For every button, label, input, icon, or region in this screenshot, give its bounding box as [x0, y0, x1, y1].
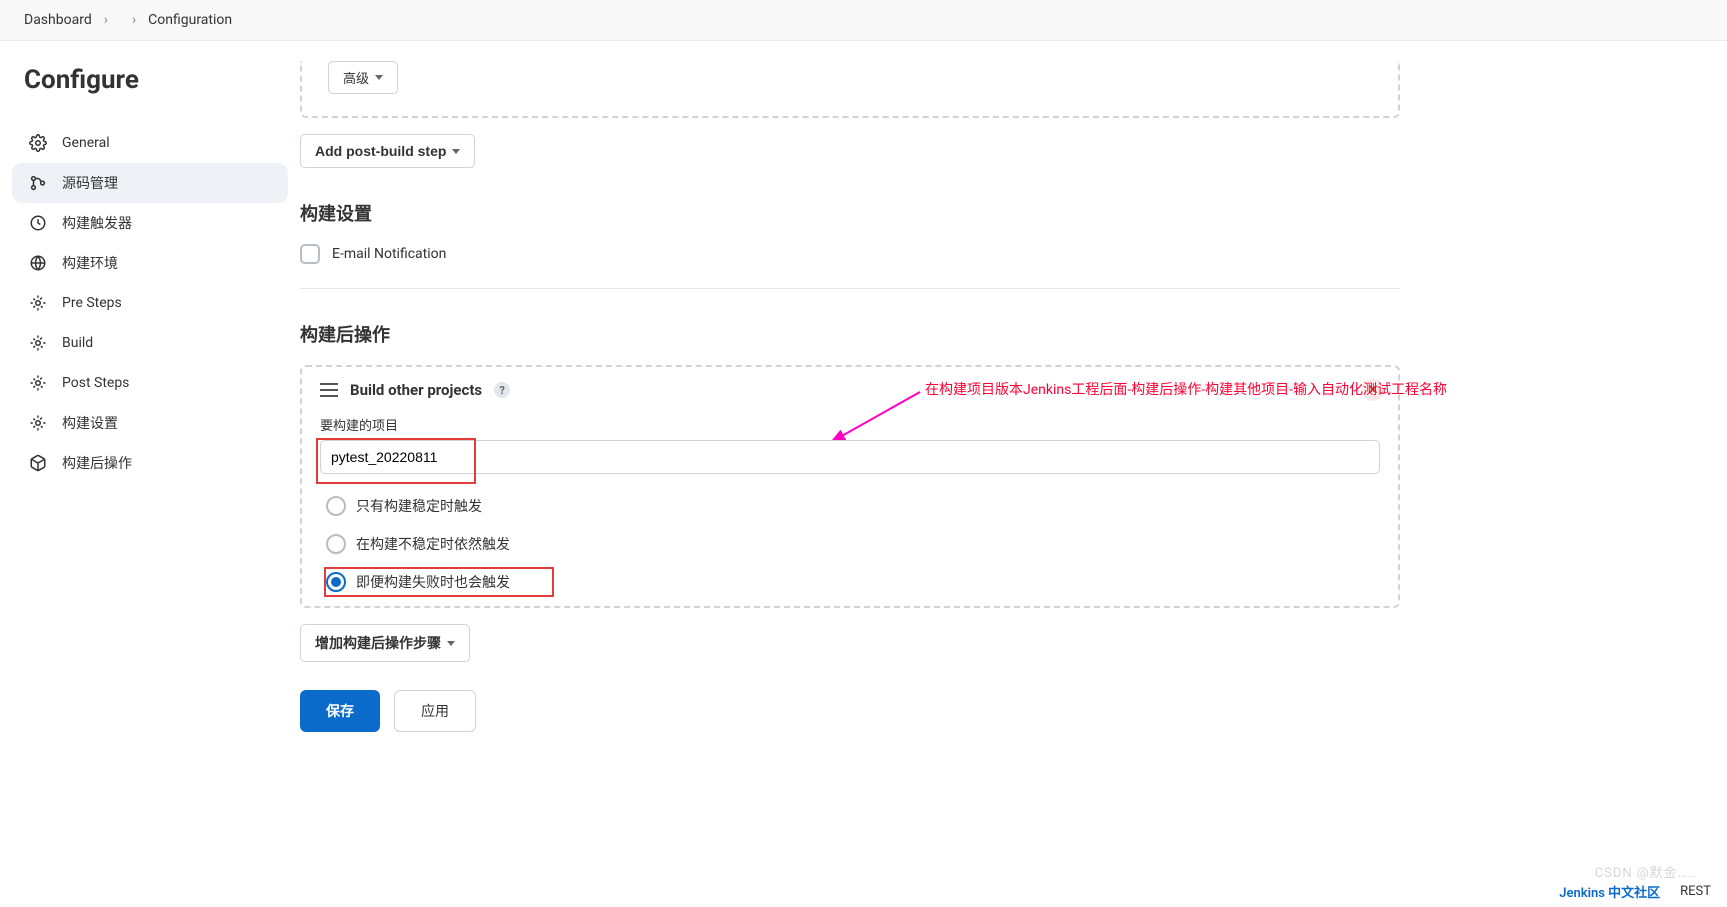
package-icon [28, 453, 48, 473]
chevron-down-icon [452, 149, 460, 154]
gear-icon [28, 293, 48, 313]
nav-label: 构建设置 [62, 413, 118, 433]
trigger-condition-group: 只有构建稳定时触发 在构建不稳定时依然触发 即便构建失败时也会触发 [326, 496, 1380, 592]
gear-icon [28, 373, 48, 393]
nav-label: Build [62, 335, 93, 351]
nav-label: Post Steps [62, 375, 129, 391]
apply-button[interactable]: 应用 [394, 690, 476, 732]
nav-post-build-actions[interactable]: 构建后操作 [12, 443, 288, 483]
nav-label: Pre Steps [62, 295, 122, 311]
nav-build-env[interactable]: 构建环境 [12, 243, 288, 283]
section-post-build: 构建后操作 [300, 321, 1400, 347]
email-notification-checkbox[interactable] [300, 244, 320, 264]
chevron-down-icon [375, 75, 383, 80]
projects-to-build-input[interactable] [320, 440, 1380, 474]
rest-api-link[interactable]: REST [1680, 884, 1711, 899]
chevron-right-icon: › [132, 12, 136, 28]
breadcrumb-item[interactable]: Dashboard [24, 12, 92, 28]
page-footer: Jenkins 中文社区 REST [1559, 882, 1711, 901]
advanced-button[interactable]: 高级 [328, 61, 398, 94]
page-title: Configure [24, 65, 276, 95]
prev-step-box: 高级 [300, 61, 1400, 118]
gear-icon [28, 333, 48, 353]
annotation-text: 在构建项目版本Jenkins工程后面-构建后操作-构建其他项目-输入自动化测试工… [925, 379, 1447, 399]
jenkins-community-link[interactable]: Jenkins 中文社区 [1559, 882, 1660, 901]
radio-icon [326, 496, 346, 516]
nav-label: General [62, 135, 110, 151]
nav-pre-steps[interactable]: Pre Steps [12, 283, 288, 323]
nav-label: 构建环境 [62, 253, 118, 273]
email-notification-label: E-mail Notification [332, 246, 446, 262]
nav-label: 源码管理 [62, 173, 118, 193]
globe-icon [28, 253, 48, 273]
radio-icon [326, 534, 346, 554]
radio-icon [326, 572, 346, 592]
nav-scm[interactable]: 源码管理 [12, 163, 288, 203]
gear-icon [28, 413, 48, 433]
watermark: CSDN @默金…… [1595, 862, 1697, 881]
section-build-settings: 构建设置 [300, 200, 1400, 226]
nav-build-settings[interactable]: 构建设置 [12, 403, 288, 443]
add-post-build-action-button[interactable]: 增加构建后操作步骤 [300, 624, 470, 662]
nav-label: 构建触发器 [62, 213, 132, 233]
build-other-projects-box: ✕ Build other projects ? 在构建项目版本Jenkins工… [300, 365, 1400, 608]
drag-handle-icon[interactable] [320, 383, 338, 397]
radio-even-failed[interactable]: 即便构建失败时也会触发 [326, 572, 1380, 592]
clock-icon [28, 213, 48, 233]
save-button[interactable]: 保存 [300, 690, 380, 732]
divider [300, 288, 1400, 289]
nav-label: 构建后操作 [62, 453, 132, 473]
radio-stable-only[interactable]: 只有构建稳定时触发 [326, 496, 1380, 516]
help-icon[interactable]: ? [494, 382, 510, 398]
chevron-right-icon: › [104, 12, 108, 28]
nav-post-steps[interactable]: Post Steps [12, 363, 288, 403]
step-title: Build other projects [350, 381, 482, 399]
branch-icon [28, 173, 48, 193]
chevron-down-icon [447, 641, 455, 646]
radio-unstable[interactable]: 在构建不稳定时依然触发 [326, 534, 1380, 554]
gear-icon [28, 133, 48, 153]
breadcrumb: Dashboard › › Configuration [0, 0, 1727, 41]
projects-field-label: 要构建的项目 [320, 415, 1380, 434]
sidebar: Configure General 源码管理 构建触发器 构建环境 Pre St… [0, 41, 300, 772]
nav-general[interactable]: General [12, 123, 288, 163]
breadcrumb-item: Configuration [148, 12, 232, 28]
add-post-build-step-button[interactable]: Add post-build step [300, 134, 475, 168]
nav-build[interactable]: Build [12, 323, 288, 363]
nav-triggers[interactable]: 构建触发器 [12, 203, 288, 243]
main-content: 高级 Add post-build step 构建设置 E-mail Notif… [300, 41, 1440, 772]
